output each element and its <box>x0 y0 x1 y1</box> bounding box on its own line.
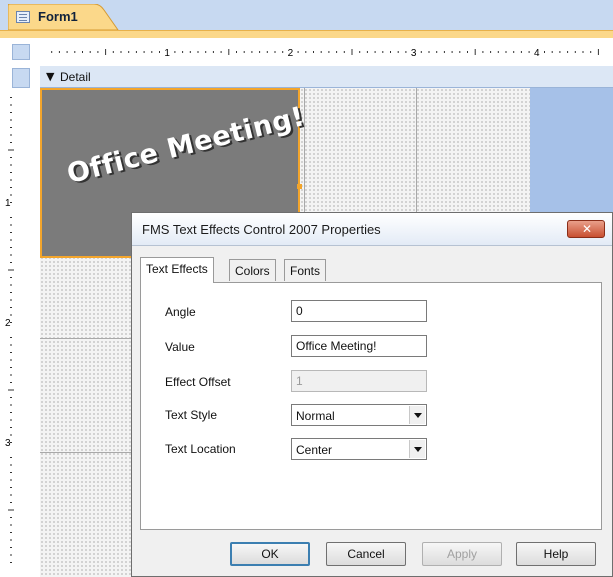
ruler-number: 2 <box>288 48 294 59</box>
value-label: Value <box>165 340 195 354</box>
ruler-number: 2 <box>5 318 11 329</box>
section-arrow-icon: ▼ <box>46 70 55 83</box>
effect-offset-label: Effect Offset <box>165 375 231 389</box>
detail-section-label: Detail <box>60 70 91 84</box>
dialog-title-bar[interactable]: FMS Text Effects Control 2007 Properties… <box>132 213 612 246</box>
ruler-number: 3 <box>411 48 417 59</box>
cancel-button[interactable]: Cancel <box>326 542 406 566</box>
angle-label: Angle <box>165 305 196 319</box>
close-button[interactable]: ✕ <box>567 220 605 238</box>
resize-handle[interactable] <box>297 184 302 189</box>
vertical-ruler[interactable]: 1 2 3 <box>0 90 40 577</box>
text-location-select[interactable]: Center <box>291 438 427 460</box>
vertical-ruler-column: 1 2 3 <box>0 64 40 577</box>
text-style-value: Normal <box>296 409 335 423</box>
tab-fonts[interactable]: Fonts <box>284 259 327 281</box>
dialog-title: FMS Text Effects Control 2007 Properties <box>142 222 381 237</box>
tab-text-effects[interactable]: Text Effects <box>140 257 214 283</box>
chevron-down-icon[interactable] <box>409 406 425 424</box>
apply-button: Apply <box>422 542 502 566</box>
text-location-label: Text Location <box>165 442 236 456</box>
value-field[interactable]: Office Meeting! <box>291 335 427 357</box>
form1-document-tab[interactable]: Form1 <box>8 4 126 31</box>
form-selector-box[interactable] <box>12 44 30 60</box>
tab-colors[interactable]: Colors <box>229 259 276 281</box>
ruler-number: 4 <box>534 48 540 59</box>
horizontal-ruler-row: 1 2 3 4 <box>0 38 613 64</box>
text-style-label: Text Style <box>165 408 218 422</box>
help-button[interactable]: Help <box>516 542 596 566</box>
detail-section-bar[interactable]: ▼ Detail <box>40 66 613 88</box>
section-selector-box[interactable] <box>12 68 30 88</box>
ruler-number: 3 <box>5 438 11 449</box>
close-icon: ✕ <box>582 222 593 236</box>
ruler-number: 1 <box>164 48 170 59</box>
angle-field[interactable]: 0 <box>291 300 427 322</box>
document-tab-strip: Form1 <box>0 0 613 38</box>
horizontal-ruler[interactable]: 1 2 3 4 <box>40 42 613 62</box>
tab-underline <box>0 30 613 38</box>
effect-text: Office Meeting! <box>64 101 308 191</box>
ok-button[interactable]: OK <box>230 542 310 566</box>
form-tab-label: Form1 <box>38 9 78 24</box>
properties-dialog: FMS Text Effects Control 2007 Properties… <box>131 212 613 577</box>
form-icon <box>16 11 30 23</box>
effect-offset-field: 1 <box>291 370 427 392</box>
chevron-down-icon[interactable] <box>409 440 425 458</box>
text-effects-panel: Angle 0 Value Office Meeting! Effect Off… <box>140 282 602 530</box>
text-style-select[interactable]: Normal <box>291 404 427 426</box>
ruler-number: 1 <box>5 198 11 209</box>
text-location-value: Center <box>296 443 333 457</box>
